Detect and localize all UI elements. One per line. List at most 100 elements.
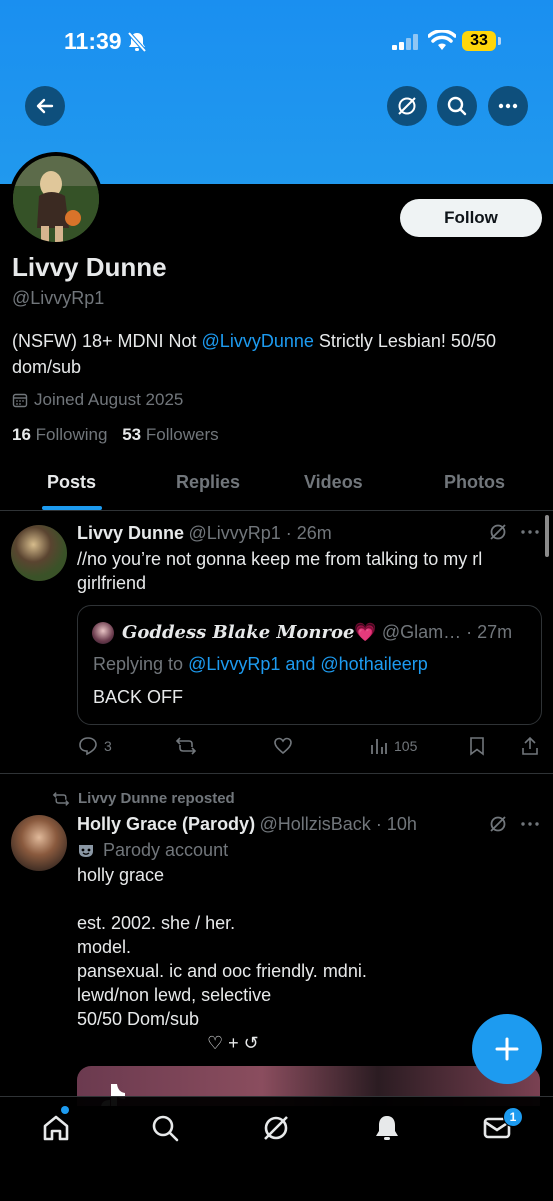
parody-label: Parody account xyxy=(77,840,228,861)
joined-date: Joined August 2025 xyxy=(12,390,183,410)
active-tab-indicator xyxy=(42,506,102,510)
profile-photo xyxy=(13,156,99,242)
compose-post-button[interactable] xyxy=(472,1014,542,1084)
tab-replies[interactable]: Replies xyxy=(176,472,240,493)
nav-search[interactable] xyxy=(148,1111,182,1145)
nav-grok[interactable] xyxy=(259,1111,293,1145)
messages-badge: 1 xyxy=(503,1107,523,1127)
quote-author-meta: @Glam… · 27m xyxy=(381,622,513,642)
replying-to: Replying to @LivvyRp1 and @hothaileerp xyxy=(93,654,428,675)
quote-avatar xyxy=(92,622,114,644)
post-author-name[interactable]: Holly Grace (Parody) xyxy=(77,814,255,834)
replying-to-links[interactable]: @LivvyRp1 and @hothaileerp xyxy=(188,654,428,674)
profile-handle: @LivvyRp1 xyxy=(12,288,105,308)
status-time: 11:39 xyxy=(64,28,122,54)
heart-emoji: 💗 xyxy=(354,622,377,642)
heart-icon xyxy=(274,737,292,755)
repost-indicator: Livvy Dunne reposted xyxy=(52,790,235,807)
post-more-icon[interactable] xyxy=(520,814,540,839)
home-icon xyxy=(43,1115,69,1141)
reply-icon xyxy=(79,737,97,756)
follow-button[interactable]: Follow xyxy=(400,199,542,237)
following-count: 16 xyxy=(12,425,31,444)
search-icon xyxy=(447,96,467,116)
grok-icon[interactable] xyxy=(488,522,508,547)
search-icon xyxy=(152,1115,179,1142)
repost-button[interactable] xyxy=(175,736,197,756)
tab-videos[interactable]: Videos xyxy=(304,472,363,493)
quoted-post[interactable]: 𝑮𝒐𝒅𝒅𝒆𝒔𝒔 𝑩𝒍𝒂𝒌𝒆 𝑴𝒐𝒏𝒓𝒐𝒆💗 @Glam… · 27m Reply… xyxy=(77,605,542,725)
share-button[interactable] xyxy=(520,736,540,756)
post-avatar[interactable] xyxy=(11,525,67,581)
status-bar: 11:39 33 xyxy=(0,0,553,82)
analytics-icon xyxy=(371,739,387,754)
reply-button[interactable]: 3 xyxy=(78,736,112,756)
repost-icon xyxy=(52,791,70,806)
nav-notifications[interactable] xyxy=(370,1111,404,1145)
profile-avatar[interactable] xyxy=(9,152,103,246)
grok-icon[interactable] xyxy=(488,814,508,839)
repost-icon xyxy=(175,737,197,755)
cellular-signal-icon xyxy=(392,34,420,55)
followers-count: 53 xyxy=(122,425,142,444)
post-text-line: lewd/non lewd, selective xyxy=(77,985,272,1005)
back-button[interactable] xyxy=(25,86,65,126)
bio-mention-link[interactable]: @LivvyDunne xyxy=(202,331,314,351)
profile-display-name: Livvy Dunne xyxy=(12,252,167,282)
quote-text: BACK OFF xyxy=(93,687,184,707)
bookmark-icon xyxy=(470,737,484,756)
share-icon xyxy=(522,736,538,755)
battery-indicator: 33 xyxy=(462,31,496,51)
reply-count: 3 xyxy=(104,738,112,754)
like-button[interactable] xyxy=(273,736,293,756)
post-text-line: 50/50 Dom/sub xyxy=(77,1009,200,1029)
arrow-left-icon xyxy=(36,98,54,114)
scrollbar[interactable] xyxy=(545,515,549,557)
theater-masks-icon xyxy=(79,844,93,857)
post-text-line xyxy=(77,887,517,911)
post-text: //no you’re not gonna keep me from talki… xyxy=(77,549,483,593)
post-more-icon[interactable] xyxy=(520,522,540,547)
post-text: holly grace est. 2002. she / her. model.… xyxy=(77,863,517,1055)
bell-icon xyxy=(376,1116,398,1140)
tab-posts[interactable]: Posts xyxy=(47,472,96,493)
replying-prefix: Replying to xyxy=(93,654,189,674)
quote-header: 𝑮𝒐𝒅𝒅𝒆𝒔𝒔 𝑩𝒍𝒂𝒌𝒆 𝑴𝒐𝒏𝒓𝒐𝒆💗 @Glam… · 27m xyxy=(122,622,512,643)
bookmark-button[interactable] xyxy=(468,736,486,756)
repost-label: Livvy Dunne reposted xyxy=(78,790,235,807)
followers-label: Followers xyxy=(145,425,219,444)
following-link[interactable]: 16 Following xyxy=(12,425,107,444)
plus-icon xyxy=(495,1037,519,1061)
post-text-line: model. xyxy=(77,937,132,957)
ellipsis-icon xyxy=(498,103,518,109)
bottom-navigation xyxy=(0,1096,553,1201)
nav-home[interactable] xyxy=(39,1111,73,1145)
post-text-line: pansexual. ic and ooc friendly. mdni. xyxy=(77,961,367,981)
post-text-line: holly grace xyxy=(77,865,165,885)
post-author-meta: @HollzisBack · 10h xyxy=(259,814,417,834)
post-author-meta: @LivvyRp1 · 26m xyxy=(188,523,332,543)
views-button[interactable]: 105 xyxy=(370,736,417,756)
bell-off-icon xyxy=(127,31,147,58)
post-avatar[interactable] xyxy=(11,815,67,871)
follow-counts: 16 Following 53 Followers xyxy=(12,425,219,445)
tab-photos[interactable]: Photos xyxy=(444,472,505,493)
post-header: Livvy Dunne @LivvyRp1 · 26m xyxy=(77,523,332,544)
wifi-icon xyxy=(427,29,457,57)
post-divider xyxy=(0,773,553,774)
search-button[interactable] xyxy=(437,86,477,126)
following-label: Following xyxy=(35,425,108,444)
bio-text: (NSFW) 18+ MDNI Not xyxy=(12,331,202,351)
post-text-line: ♡ + ↺ xyxy=(207,1033,259,1053)
calendar-icon xyxy=(12,393,28,408)
more-options-button[interactable] xyxy=(488,86,528,126)
profile-bio: (NSFW) 18+ MDNI Not @LivvyDunne Strictly… xyxy=(12,328,532,380)
profile-tabs: Posts Replies Videos Photos xyxy=(0,462,553,511)
grok-button[interactable] xyxy=(387,86,427,126)
views-count: 105 xyxy=(394,738,418,754)
post-author-name[interactable]: Livvy Dunne xyxy=(77,523,184,543)
home-notification-dot xyxy=(61,1106,69,1114)
post-text-line: est. 2002. she / her. xyxy=(77,913,236,933)
grok-icon xyxy=(398,97,416,115)
followers-link[interactable]: 53 Followers xyxy=(122,425,218,444)
